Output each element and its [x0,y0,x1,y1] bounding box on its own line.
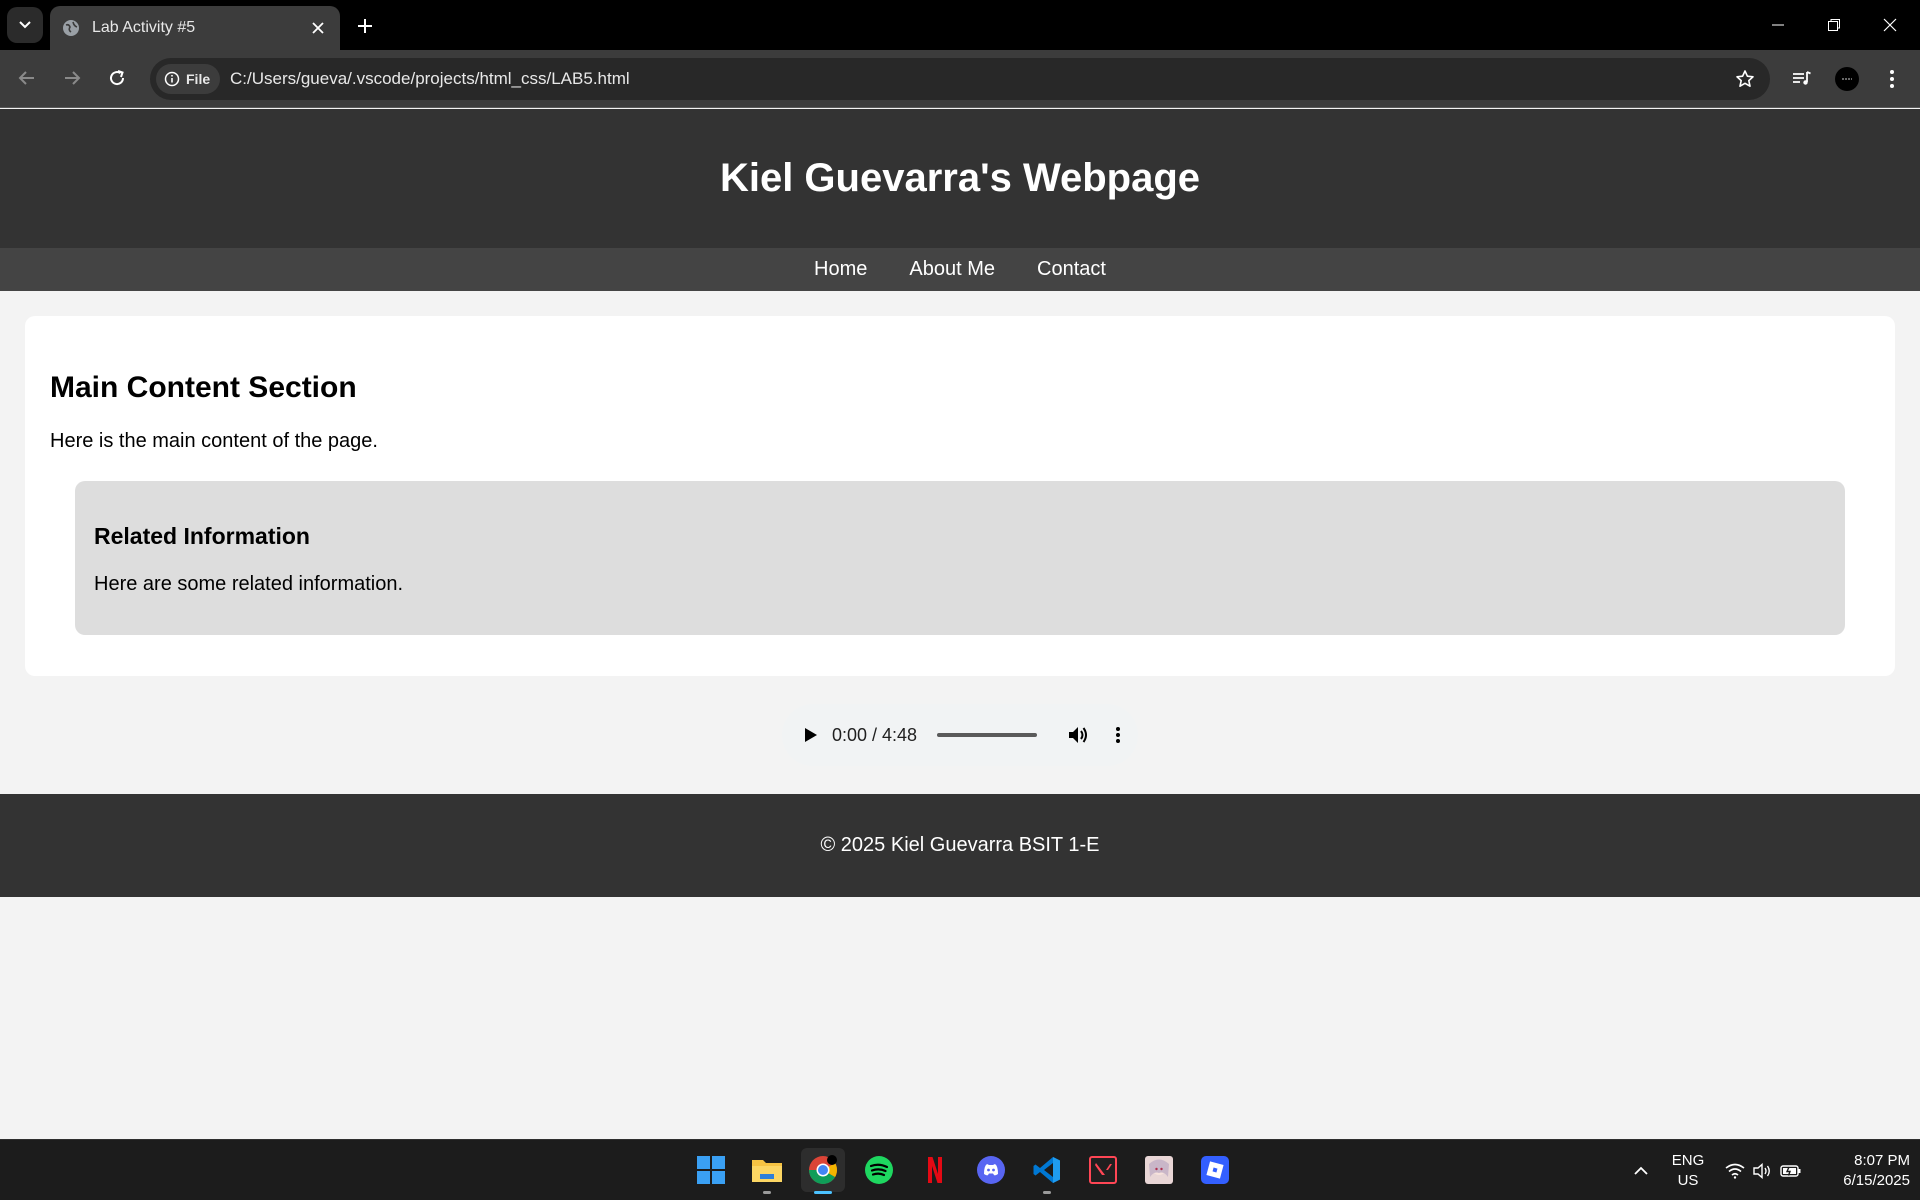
battery-status[interactable] [1778,1140,1804,1200]
play-button[interactable] [796,720,826,750]
main-content-section: Main Content Section Here is the main co… [25,316,1895,676]
playlist-icon [1793,71,1811,85]
forward-button[interactable] [54,60,90,96]
profile-avatar[interactable] [1829,61,1865,97]
start-icon [697,1156,725,1184]
back-button[interactable] [9,60,45,96]
taskbar-discord[interactable] [969,1148,1013,1192]
footer-text: © 2025 Kiel Guevarra BSIT 1-E [820,834,1100,856]
anime-app-icon [1145,1156,1173,1184]
speaker-icon [1753,1162,1770,1179]
system-clock[interactable]: 8:07 PM 6/15/2025 [1810,1151,1910,1191]
browser-tab[interactable]: Lab Activity #5 [50,6,340,50]
taskbar-anime-app[interactable] [1137,1148,1181,1192]
netflix-icon [928,1157,942,1183]
play-icon [805,728,817,742]
windows-taskbar: ENG US 8:07 PM 6/15/2025 [0,1139,1920,1200]
arrow-right-icon [65,71,81,85]
running-indicator [1043,1191,1051,1194]
browser-toolbar: File C:/Users/gueva/.vscode/projects/htm… [0,50,1920,108]
restore-icon [1828,19,1840,31]
site-header: Kiel Guevarra's Webpage [0,109,1920,248]
audio-seek-slider[interactable] [937,733,1038,737]
aside-text: Here are some related information. [94,573,404,595]
chrome-icon [809,1155,837,1184]
nav-link-home[interactable]: Home [814,258,867,281]
audio-time: 0:00 / 4:48 [832,724,918,745]
valorant-icon [1089,1156,1117,1184]
site-info-chip[interactable]: File [156,64,220,94]
browser-tab-bar: Lab Activity #5 [0,0,1920,50]
spotify-icon [865,1156,893,1184]
volume-button[interactable] [1063,720,1093,750]
wifi-status[interactable] [1722,1140,1748,1200]
new-tab-button[interactable] [350,11,380,41]
related-information-box: Related Information Here are some relate… [75,481,1845,635]
clock-time: 8:07 PM [1854,1152,1910,1169]
discord-icon [977,1156,1005,1184]
address-bar[interactable]: File C:/Users/gueva/.vscode/projects/htm… [150,58,1770,100]
site-title: Kiel Guevarra's Webpage [719,156,1201,200]
tab-search-button[interactable] [7,7,43,43]
plus-icon [358,19,372,33]
taskbar-valorant[interactable] [1081,1148,1125,1192]
site-info-label: File [186,71,211,87]
main-text: Here is the main content of the page. [50,430,378,452]
browser-menu-button[interactable] [1874,61,1910,97]
running-indicator [814,1191,832,1194]
minimize-button[interactable] [1750,0,1806,50]
clock-date: 6/15/2025 [1843,1172,1910,1189]
roblox-icon [1201,1156,1229,1184]
minimize-icon [1772,24,1784,26]
language-indicator[interactable]: ENG US [1660,1151,1716,1191]
avatar-icon [1835,67,1859,91]
kebab-menu-icon [1116,727,1121,743]
site-footer: © 2025 Kiel Guevarra BSIT 1-E [0,794,1920,897]
volume-icon [1069,727,1088,743]
tab-title: Lab Activity #5 [92,19,196,36]
vscode-icon [1033,1157,1060,1183]
bookmark-star-icon[interactable] [1734,68,1756,90]
aside-heading: Related Information [94,523,310,549]
web-page: Kiel Guevarra's Webpage Home About Me Co… [0,109,1920,1139]
region-code: US [1677,1172,1699,1189]
reload-icon [110,70,125,86]
chevron-down-icon [19,21,31,29]
media-control-button[interactable] [1784,61,1820,97]
restore-button[interactable] [1806,0,1862,50]
close-window-button[interactable] [1862,0,1918,50]
nav-link-contact[interactable]: Contact [1037,258,1106,281]
taskbar-spotify[interactable] [857,1148,901,1192]
audio-more-button[interactable] [1103,720,1133,750]
taskbar-file-explorer[interactable] [745,1148,789,1194]
running-indicator [763,1191,771,1194]
volume-status[interactable] [1750,1140,1776,1200]
arrow-left-icon [18,71,34,85]
close-icon [1883,18,1897,32]
taskbar-roblox[interactable] [1193,1148,1237,1192]
nav-link-about-me[interactable]: About Me [909,258,995,281]
url-text[interactable]: C:/Users/gueva/.vscode/projects/html_css… [230,69,630,89]
kebab-menu-icon [1890,70,1894,88]
language-code: ENG [1671,1152,1705,1169]
show-hidden-icons-button[interactable] [1626,1140,1656,1200]
globe-icon [62,19,80,37]
reload-button[interactable] [99,60,135,96]
tab-close-icon[interactable] [304,14,332,42]
file-explorer-icon [752,1160,782,1182]
taskbar-netflix[interactable] [913,1148,957,1192]
wifi-icon [1725,1163,1745,1179]
taskbar-vscode[interactable] [1025,1148,1069,1194]
taskbar-chrome[interactable] [801,1148,845,1194]
start-button[interactable] [689,1148,733,1192]
battery-charging-icon [1780,1164,1801,1177]
audio-player: 0:00 / 4:48 [782,704,1138,766]
info-icon [164,71,180,87]
site-nav: Home About Me Contact [0,248,1920,291]
main-heading: Main Content Section [50,371,357,404]
chevron-up-icon [1634,1166,1648,1175]
